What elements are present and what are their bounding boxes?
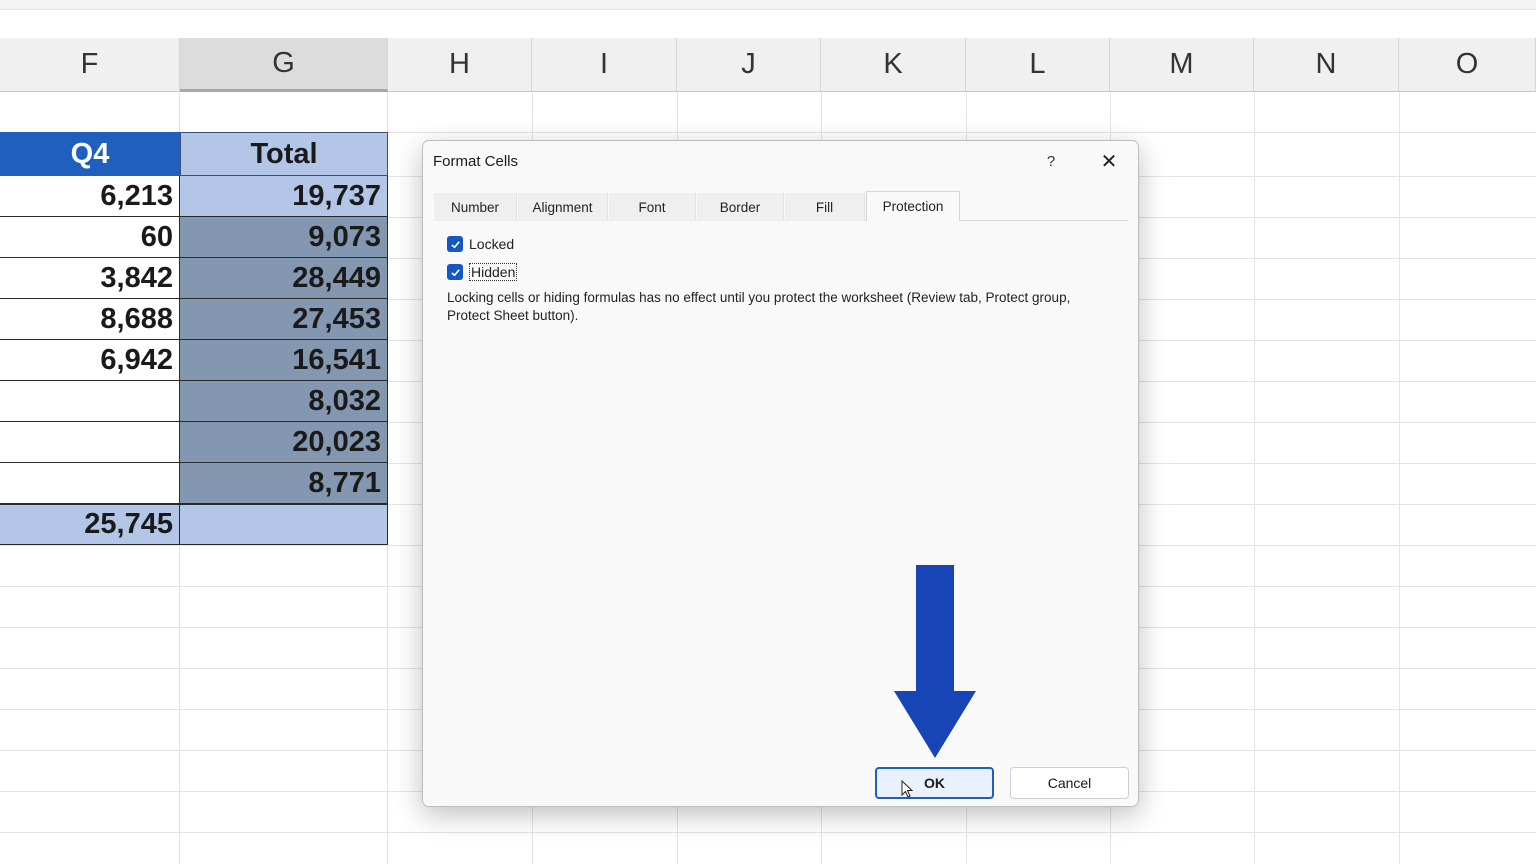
total-cell[interactable]: 8,032 xyxy=(180,381,388,422)
q4-cell[interactable] xyxy=(0,381,180,422)
q4-sum-cell[interactable]: 25,745 xyxy=(0,504,180,545)
tab-fill[interactable]: Fill xyxy=(785,193,865,221)
tab-alignment[interactable]: Alignment xyxy=(518,193,608,221)
column-header-l[interactable]: L xyxy=(966,38,1110,92)
q4-cell[interactable] xyxy=(0,422,180,463)
dialog-title: Format Cells xyxy=(433,153,519,170)
check-icon xyxy=(450,240,460,248)
column-header-j[interactable]: J xyxy=(677,38,821,92)
column-header-f[interactable]: F xyxy=(0,38,180,92)
locked-label: Locked xyxy=(469,236,515,252)
q4-cell[interactable]: 60 xyxy=(0,217,180,258)
total-header-cell[interactable]: Total xyxy=(180,132,388,176)
check-icon xyxy=(450,268,460,276)
locked-option[interactable]: Locked xyxy=(447,236,514,252)
total-cell[interactable]: 9,073 xyxy=(180,217,388,258)
dialog-tab-bar: Number Alignment Font Border Fill Protec… xyxy=(434,191,1128,222)
total-cell-active[interactable]: 19,737 xyxy=(180,176,388,217)
total-cell[interactable]: 16,541 xyxy=(180,340,388,381)
cancel-button[interactable]: Cancel xyxy=(1010,767,1129,799)
q4-header-cell[interactable]: Q4 xyxy=(0,132,180,176)
column-header-m[interactable]: M xyxy=(1110,38,1254,92)
total-cell[interactable]: 8,771 xyxy=(180,463,388,504)
format-cells-dialog: Format Cells ? ✕ Number Alignment Font B… xyxy=(422,140,1139,807)
column-gridline xyxy=(1254,92,1255,864)
help-icon[interactable]: ? xyxy=(1041,149,1061,173)
hidden-option[interactable]: Hidden xyxy=(447,263,518,281)
protection-note: Locking cells or hiding formulas has no … xyxy=(447,290,1071,323)
column-header-g[interactable]: G xyxy=(180,38,388,92)
locked-checkbox[interactable] xyxy=(447,236,463,252)
total-cell[interactable]: 27,453 xyxy=(180,299,388,340)
column-gridline xyxy=(1399,92,1400,864)
column-header-k[interactable]: K xyxy=(821,38,966,92)
tab-number[interactable]: Number xyxy=(434,193,517,221)
tab-protection[interactable]: Protection xyxy=(866,191,960,222)
column-header-o[interactable]: O xyxy=(1399,38,1536,92)
total-cell[interactable]: 20,023 xyxy=(180,422,388,463)
q4-cell[interactable]: 3,842 xyxy=(0,258,180,299)
total-sum-cell[interactable] xyxy=(180,504,388,545)
hidden-checkbox[interactable] xyxy=(447,264,463,280)
row-gridline xyxy=(0,832,1536,833)
column-header-h[interactable]: H xyxy=(388,38,532,92)
tab-font[interactable]: Font xyxy=(609,193,696,221)
tab-border[interactable]: Border xyxy=(697,193,784,221)
down-arrow-icon xyxy=(894,565,976,758)
q4-cell[interactable]: 6,213 xyxy=(0,176,180,217)
excel-window: F G H I J K L M N O Q4 Total 6,213 19,73… xyxy=(0,0,1536,864)
column-header-i[interactable]: I xyxy=(532,38,677,92)
mouse-cursor-icon xyxy=(901,780,913,798)
column-header-n[interactable]: N xyxy=(1254,38,1399,92)
total-cell[interactable]: 28,449 xyxy=(180,258,388,299)
close-icon[interactable]: ✕ xyxy=(1097,149,1121,173)
q4-cell[interactable]: 6,942 xyxy=(0,340,180,381)
hidden-label: Hidden xyxy=(469,263,518,281)
q4-cell[interactable]: 8,688 xyxy=(0,299,180,340)
q4-cell[interactable] xyxy=(0,463,180,504)
ribbon-strip xyxy=(0,0,1536,10)
ok-button[interactable]: OK xyxy=(875,767,994,799)
